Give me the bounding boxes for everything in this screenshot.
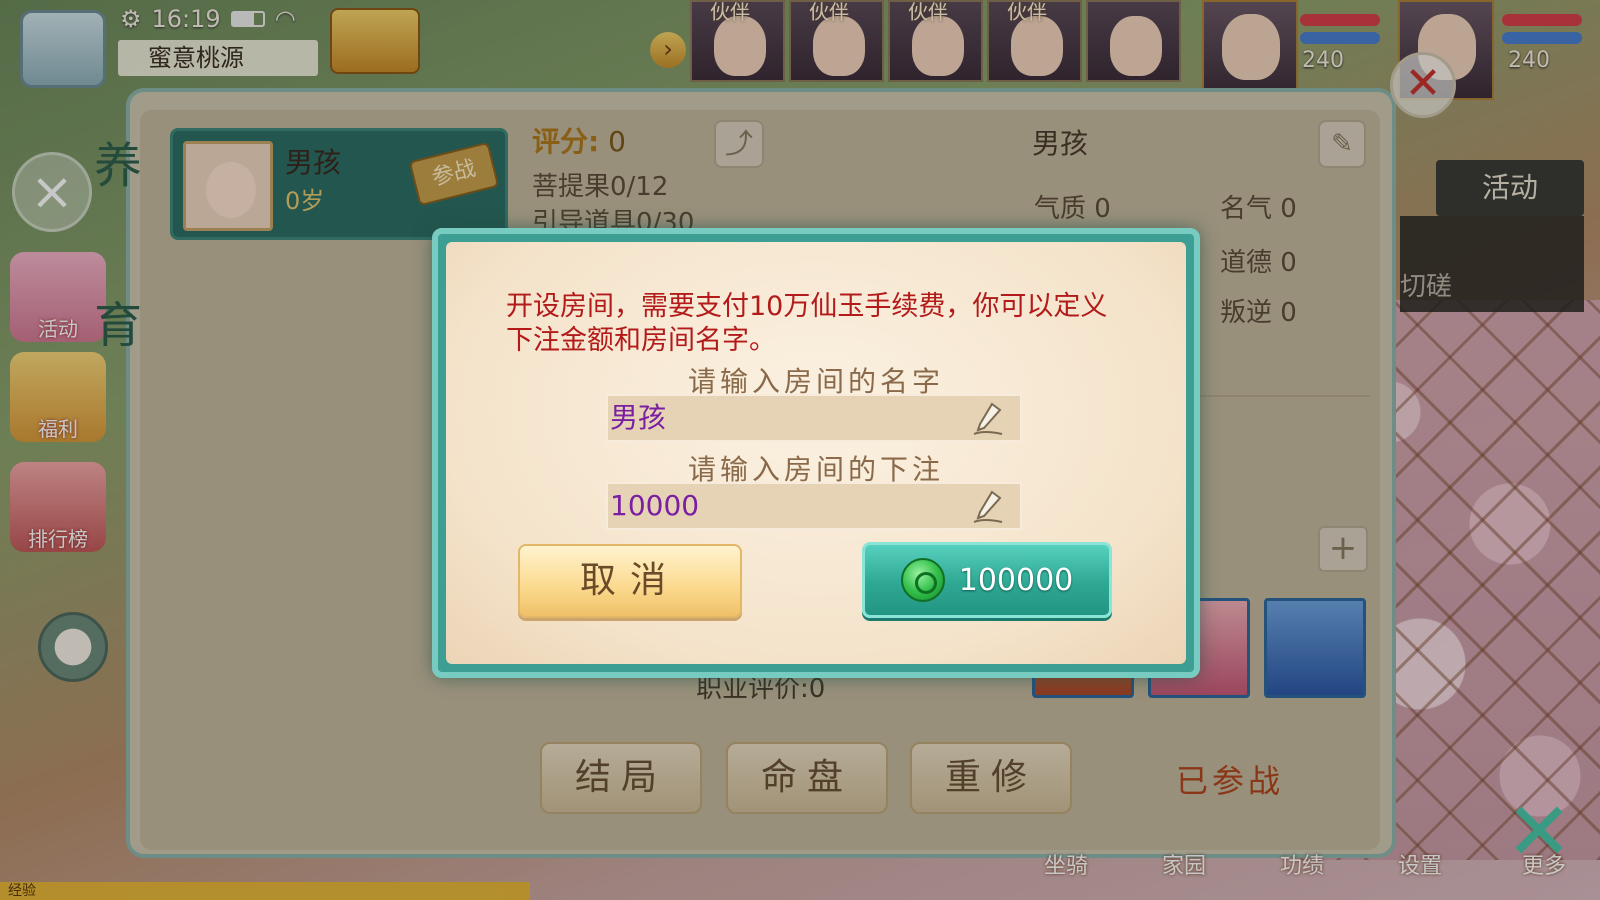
room-name-input[interactable]: 男孩 (606, 394, 1022, 442)
room-bet-value: 10000 (610, 489, 700, 522)
edit-pen-icon[interactable] (970, 488, 1006, 526)
room-bet-input[interactable]: 10000 (606, 482, 1022, 530)
room-name-value: 男孩 (610, 401, 667, 434)
dialog-body: 开设房间，需要支付10万仙玉手续费，你可以定义下注金额和房间名字。 请输入房间的… (446, 242, 1186, 664)
cancel-button[interactable]: 取消 (518, 544, 742, 618)
create-room-dialog: 开设房间，需要支付10万仙玉手续费，你可以定义下注金额和房间名字。 请输入房间的… (432, 228, 1200, 678)
edit-pen-icon[interactable] (970, 400, 1006, 438)
jade-currency-icon (900, 558, 945, 602)
pay-create-room-button[interactable]: 100000 (862, 542, 1112, 618)
pay-amount: 100000 (958, 562, 1074, 598)
dialog-message: 开设房间，需要支付10万仙玉手续费，你可以定义下注金额和房间名字。 (506, 291, 1108, 356)
